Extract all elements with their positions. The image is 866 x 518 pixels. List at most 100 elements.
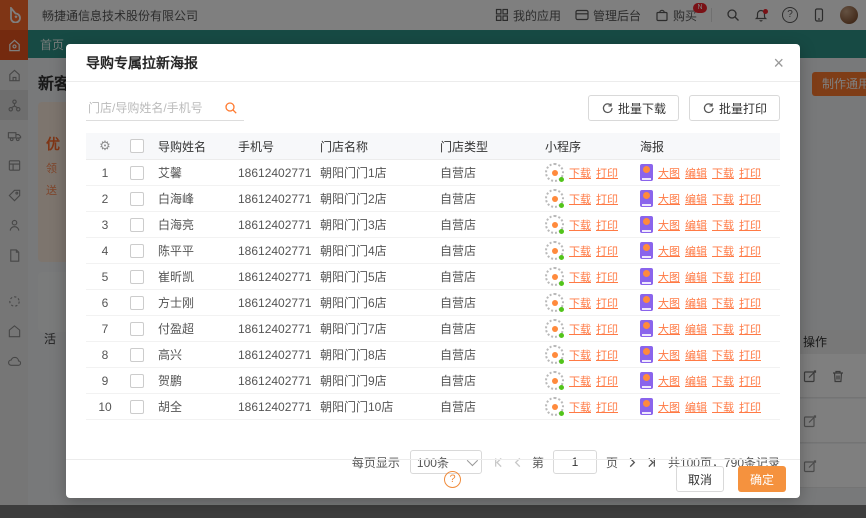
poster-download-link[interactable]: 下载 [712, 243, 734, 259]
poster-thumbnail[interactable] [640, 216, 653, 233]
mini-download-link[interactable]: 下载 [569, 243, 591, 259]
mini-download-link[interactable]: 下载 [569, 321, 591, 337]
poster-print-link[interactable]: 打印 [739, 373, 761, 389]
mini-download-link[interactable]: 下载 [569, 373, 591, 389]
poster-download-link[interactable]: 下载 [712, 269, 734, 285]
poster-download-link[interactable]: 下载 [712, 321, 734, 337]
row-checkbox[interactable] [130, 270, 144, 284]
poster-download-link[interactable]: 下载 [712, 347, 734, 363]
poster-print-link[interactable]: 打印 [739, 191, 761, 207]
store-name: 朝阳门门3店 [320, 216, 440, 233]
mini-download-link[interactable]: 下载 [569, 217, 591, 233]
poster-large-link[interactable]: 大图 [658, 165, 680, 181]
row-checkbox[interactable] [130, 322, 144, 336]
poster-edit-link[interactable]: 编辑 [685, 269, 707, 285]
mini-print-link[interactable]: 打印 [596, 373, 618, 389]
mini-print-link[interactable]: 打印 [596, 191, 618, 207]
guide-phone: 18612402771 [238, 244, 320, 258]
column-settings-gear-icon[interactable]: ⚙ [99, 138, 111, 153]
mini-download-link[interactable]: 下载 [569, 399, 591, 415]
table-row: 6方士刚18612402771朝阳门门6店自营店下载打印大图编辑下载打印 [86, 290, 780, 316]
mini-print-link[interactable]: 打印 [596, 295, 618, 311]
poster-thumbnail[interactable] [640, 346, 653, 363]
poster-edit-link[interactable]: 编辑 [685, 347, 707, 363]
poster-edit-link[interactable]: 编辑 [685, 165, 707, 181]
poster-large-link[interactable]: 大图 [658, 243, 680, 259]
poster-download-link[interactable]: 下载 [712, 373, 734, 389]
poster-edit-link[interactable]: 编辑 [685, 295, 707, 311]
poster-thumbnail[interactable] [640, 320, 653, 337]
search-input[interactable] [86, 100, 224, 116]
mini-print-link[interactable]: 打印 [596, 269, 618, 285]
row-checkbox[interactable] [130, 192, 144, 206]
poster-thumbnail[interactable] [640, 372, 653, 389]
mini-download-link[interactable]: 下载 [569, 269, 591, 285]
batch-download-button[interactable]: 批量下载 [588, 95, 679, 121]
mini-download-link[interactable]: 下载 [569, 165, 591, 181]
poster-download-link[interactable]: 下载 [712, 295, 734, 311]
help-icon[interactable]: ? [444, 471, 461, 488]
poster-large-link[interactable]: 大图 [658, 373, 680, 389]
mini-print-link[interactable]: 打印 [596, 399, 618, 415]
guide-name: 崔昕凯 [158, 268, 238, 285]
store-type: 自营店 [440, 398, 545, 415]
search-icon[interactable] [224, 101, 238, 115]
poster-thumbnail[interactable] [640, 190, 653, 207]
poster-print-link[interactable]: 打印 [739, 165, 761, 181]
poster-thumbnail[interactable] [640, 242, 653, 259]
poster-edit-link[interactable]: 编辑 [685, 191, 707, 207]
row-checkbox[interactable] [130, 166, 144, 180]
mini-print-link[interactable]: 打印 [596, 243, 618, 259]
poster-large-link[interactable]: 大图 [658, 269, 680, 285]
poster-download-link[interactable]: 下载 [712, 399, 734, 415]
store-name: 朝阳门门8店 [320, 346, 440, 363]
mini-download-link[interactable]: 下载 [569, 191, 591, 207]
confirm-button[interactable]: 确定 [738, 466, 786, 492]
row-checkbox[interactable] [130, 374, 144, 388]
modal-footer: ? 取消 确定 [66, 459, 800, 498]
poster-print-link[interactable]: 打印 [739, 217, 761, 233]
poster-thumbnail[interactable] [640, 398, 653, 415]
poster-print-link[interactable]: 打印 [739, 295, 761, 311]
poster-cell: 大图编辑下载打印 [640, 268, 780, 285]
row-checkbox[interactable] [130, 244, 144, 258]
poster-edit-link[interactable]: 编辑 [685, 321, 707, 337]
poster-large-link[interactable]: 大图 [658, 295, 680, 311]
poster-print-link[interactable]: 打印 [739, 399, 761, 415]
mini-print-link[interactable]: 打印 [596, 217, 618, 233]
poster-large-link[interactable]: 大图 [658, 399, 680, 415]
poster-download-link[interactable]: 下载 [712, 191, 734, 207]
select-all-checkbox[interactable] [130, 139, 144, 153]
row-checkbox[interactable] [130, 296, 144, 310]
cancel-button[interactable]: 取消 [676, 466, 724, 492]
mini-print-link[interactable]: 打印 [596, 165, 618, 181]
mini-print-link[interactable]: 打印 [596, 347, 618, 363]
poster-large-link[interactable]: 大图 [658, 191, 680, 207]
poster-thumbnail[interactable] [640, 294, 653, 311]
mini-print-link[interactable]: 打印 [596, 321, 618, 337]
close-icon[interactable]: × [773, 54, 784, 72]
poster-print-link[interactable]: 打印 [739, 269, 761, 285]
poster-download-link[interactable]: 下载 [712, 217, 734, 233]
poster-print-link[interactable]: 打印 [739, 243, 761, 259]
row-checkbox[interactable] [130, 348, 144, 362]
batch-print-button[interactable]: 批量打印 [689, 95, 780, 121]
row-checkbox-cell [124, 348, 158, 362]
poster-edit-link[interactable]: 编辑 [685, 217, 707, 233]
mini-download-link[interactable]: 下载 [569, 295, 591, 311]
guide-name: 方士刚 [158, 294, 238, 311]
poster-print-link[interactable]: 打印 [739, 347, 761, 363]
poster-print-link[interactable]: 打印 [739, 321, 761, 337]
mini-download-link[interactable]: 下载 [569, 347, 591, 363]
poster-edit-link[interactable]: 编辑 [685, 399, 707, 415]
poster-thumbnail[interactable] [640, 164, 653, 181]
poster-large-link[interactable]: 大图 [658, 217, 680, 233]
poster-edit-link[interactable]: 编辑 [685, 243, 707, 259]
poster-edit-link[interactable]: 编辑 [685, 373, 707, 389]
poster-large-link[interactable]: 大图 [658, 321, 680, 337]
poster-large-link[interactable]: 大图 [658, 347, 680, 363]
row-checkbox[interactable] [130, 218, 144, 232]
row-checkbox[interactable] [130, 400, 144, 414]
poster-download-link[interactable]: 下载 [712, 165, 734, 181]
poster-thumbnail[interactable] [640, 268, 653, 285]
